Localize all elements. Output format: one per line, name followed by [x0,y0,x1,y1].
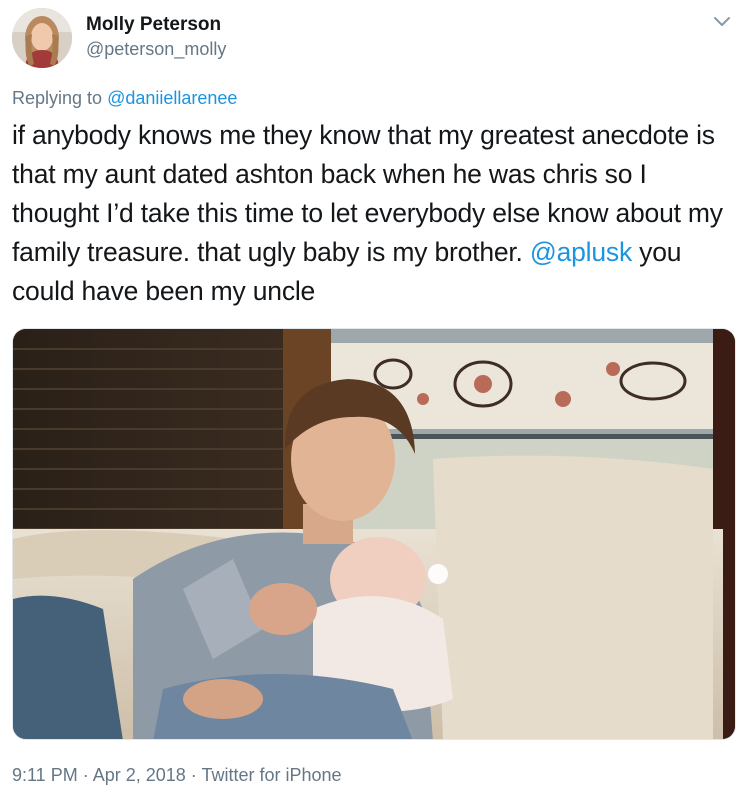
tweet-time[interactable]: 9:11 PM [12,765,78,785]
tweet-photo[interactable] [12,328,736,740]
reply-prefix: Replying to [12,88,108,108]
tweet-source: Twitter for iPhone [201,765,342,785]
photo-image [13,329,735,739]
reply-context: Replying to @daniiellarenee [12,88,237,109]
author-avatar[interactable] [12,8,72,68]
tweet-text: if anybody knows me they know that my gr… [12,116,736,311]
meta-separator-2: · [185,765,202,785]
mention-link[interactable]: @aplusk [530,237,632,267]
tweet-meta: 9:11 PM · Apr 2, 2018 · Twitter for iPho… [12,765,342,786]
meta-separator: · [77,765,93,785]
author-handle[interactable]: @peterson_molly [86,39,226,60]
avatar-image [12,8,72,68]
tweet-date[interactable]: Apr 2, 2018 [93,765,186,785]
chevron-down-icon[interactable] [712,14,732,28]
reply-to-link[interactable]: @daniiellarenee [107,88,237,108]
author-display-name[interactable]: Molly Peterson [86,14,221,36]
